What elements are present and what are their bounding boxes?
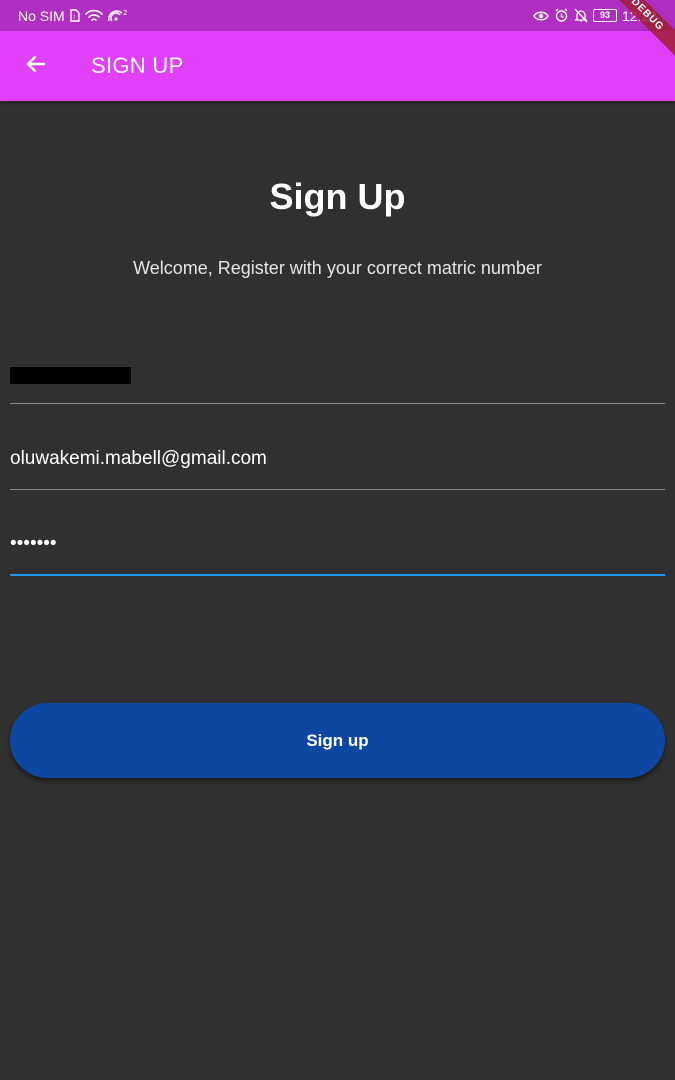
hotspot-icon: 2	[107, 9, 130, 23]
alarm-icon	[554, 8, 569, 23]
eye-icon	[533, 10, 549, 22]
bell-off-icon	[574, 8, 588, 23]
carrier-text: No SIM	[18, 7, 65, 24]
email-value: oluwakemi.mabell@gmail.com	[10, 448, 267, 469]
svg-text:2: 2	[123, 9, 127, 17]
email-underline	[10, 489, 665, 490]
back-button[interactable]	[0, 31, 72, 101]
svg-text:!: !	[73, 14, 75, 21]
debug-banner: DEBUG	[615, 0, 675, 60]
arrow-left-icon	[24, 52, 48, 81]
wifi-icon	[84, 9, 103, 23]
app-bar-title: SIGN UP	[91, 53, 184, 78]
battery-indicator: 93	[592, 9, 617, 22]
page-subtitle: Welcome, Register with your correct matr…	[133, 258, 542, 278]
status-left: No SIM ! 2	[18, 8, 130, 24]
password-value: •••••••	[10, 533, 57, 554]
signup-button[interactable]: Sign up	[10, 703, 665, 778]
app-bar: SIGN UP	[0, 31, 675, 101]
status-bar: No SIM ! 2 93 12:22	[0, 0, 675, 31]
email-field[interactable]: oluwakemi.mabell@gmail.com	[10, 448, 665, 492]
sim-icon: !	[69, 9, 80, 22]
page-heading: Sign Up	[269, 176, 406, 217]
debug-banner-container: DEBUG	[615, 0, 675, 60]
matric-number-underline	[10, 403, 665, 404]
redacted-matric-value	[10, 367, 131, 384]
password-field[interactable]: •••••••	[10, 533, 665, 579]
password-underline-focused	[10, 574, 665, 576]
matric-number-field[interactable]	[10, 360, 665, 406]
